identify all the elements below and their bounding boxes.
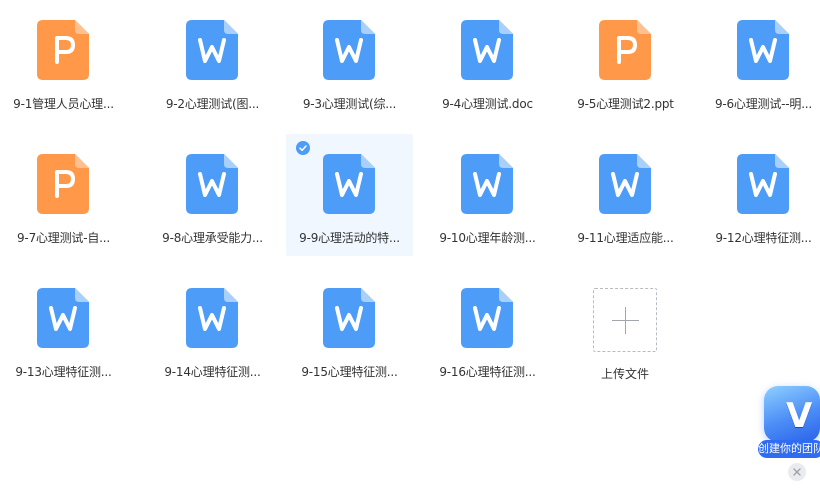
word-file-icon [323, 20, 375, 80]
file-tile[interactable]: 9-5心理测试2.ppt [562, 0, 689, 122]
word-file-icon [599, 154, 651, 214]
file-tile[interactable]: 9-3心理测试(综... [286, 0, 413, 122]
file-tile[interactable]: 9-16心理特征测... [424, 268, 551, 390]
file-name: 9-6心理测试--明... [714, 97, 813, 111]
upload-file-label[interactable]: 上传文件 [560, 365, 690, 382]
file-tile[interactable]: 9-7心理测试-自... [0, 134, 127, 256]
word-file-icon [737, 154, 789, 214]
ppt-file-icon [599, 20, 651, 80]
upload-file-button[interactable] [593, 288, 657, 352]
file-name: 9-16心理特征测... [439, 365, 536, 379]
word-file-icon [323, 288, 375, 348]
file-tile[interactable]: 9-12心理特征测... [700, 134, 820, 256]
file-name: 9-13心理特征测... [15, 365, 112, 379]
file-name: 9-8心理承受能力... [162, 231, 263, 245]
file-tile[interactable]: 9-8心理承受能力... [149, 134, 276, 256]
file-tile[interactable]: 9-4心理测试.doc [424, 0, 551, 122]
file-name: 9-14心理特征测... [164, 365, 261, 379]
file-name: 9-2心理测试(图... [165, 97, 260, 111]
file-name: 9-4心理测试.doc [442, 97, 533, 111]
word-file-icon [737, 20, 789, 80]
file-name: 9-12心理特征测... [715, 231, 812, 245]
word-file-icon [186, 20, 238, 80]
file-tile[interactable]: 9-6心理测试--明... [700, 0, 820, 122]
word-file-icon [461, 288, 513, 348]
word-file-icon [323, 154, 375, 214]
file-name: 9-11心理适应能... [577, 231, 674, 245]
file-tile[interactable]: 9-9心理活动的特... [286, 134, 413, 256]
selected-check-icon[interactable] [296, 141, 310, 155]
file-tile[interactable]: 9-10心理年龄测... [424, 134, 551, 256]
create-team-label[interactable]: 创建你的团队 [758, 440, 820, 458]
ppt-file-icon [37, 154, 89, 214]
file-grid: 9-1管理人员心理... 9-2心理测试(图... 9-3心理测试(综... 9-4心… [0, 0, 820, 400]
file-name: 9-7心理测试-自... [17, 231, 110, 245]
file-tile[interactable]: 9-11心理适应能... [562, 134, 689, 256]
file-name: 9-3心理测试(综... [302, 97, 397, 111]
file-tile[interactable]: 9-2心理测试(图... [149, 0, 276, 122]
file-name: 9-5心理测试2.ppt [577, 97, 674, 111]
word-file-icon [186, 288, 238, 348]
word-file-icon [461, 20, 513, 80]
file-name: 9-9心理活动的特... [299, 231, 400, 245]
file-tile[interactable]: 9-15心理特征测... [286, 268, 413, 390]
file-name: 9-15心理特征测... [301, 365, 398, 379]
create-team-widget[interactable]: V 创建你的团队 [756, 384, 820, 464]
file-tile[interactable]: 9-14心理特征测... [149, 268, 276, 390]
file-tile[interactable]: 9-1管理人员心理... [0, 0, 127, 122]
file-name: 9-10心理年龄测... [439, 231, 536, 245]
file-name: 9-1管理人员心理... [13, 97, 114, 111]
file-tile[interactable]: 9-13心理特征测... [0, 268, 127, 390]
word-file-icon [186, 154, 238, 214]
close-icon[interactable] [788, 463, 806, 481]
ppt-file-icon [37, 20, 89, 80]
word-file-icon [37, 288, 89, 348]
word-file-icon [461, 154, 513, 214]
brand-logo-letter: V [786, 396, 813, 436]
brand-v-icon: V [764, 386, 820, 442]
